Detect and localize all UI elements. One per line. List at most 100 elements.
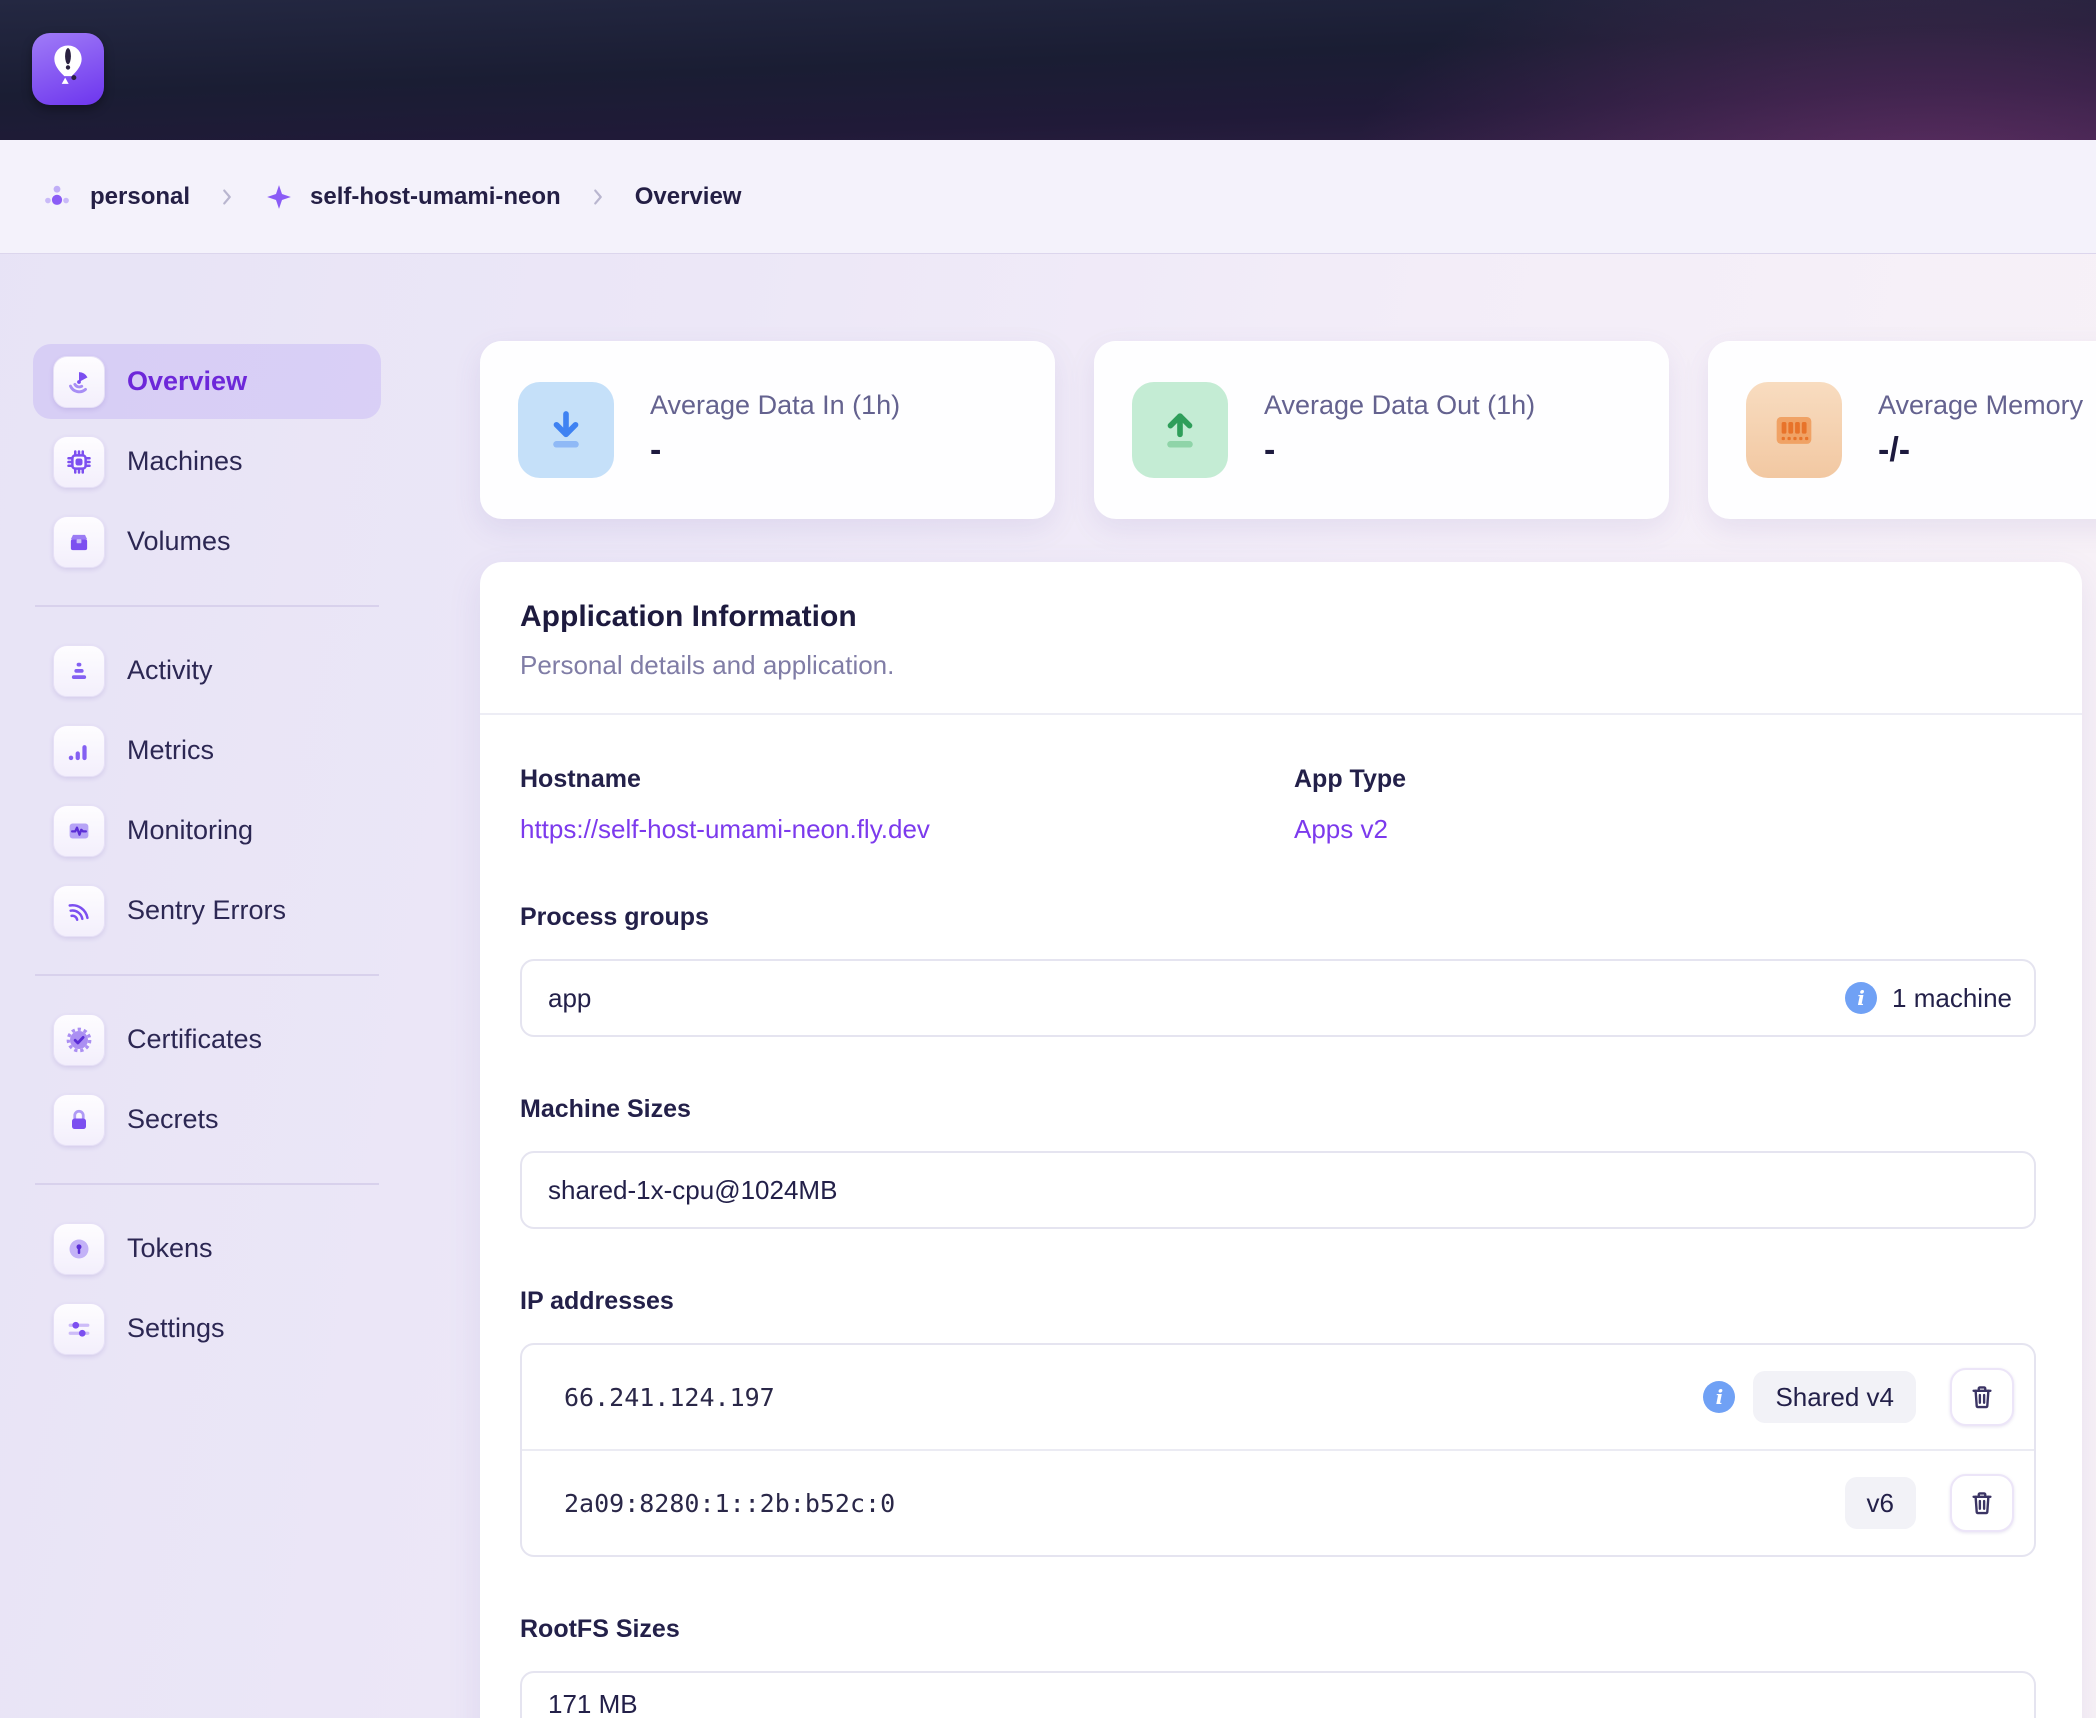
breadcrumb-org[interactable]: personal [40,180,190,214]
app-type-block: App Type Apps v2 [1294,765,1406,845]
ip-type-badge: v6 [1845,1477,1916,1529]
sidebar-divider [35,974,379,976]
token-keyhole-icon [53,1223,105,1275]
ip-address-v4: 66.241.124.197 [564,1383,775,1412]
sidebar-item-settings[interactable]: Settings [33,1291,381,1366]
process-group-row: app i 1 machine [522,961,2034,1035]
info-icon[interactable]: i [1703,1381,1735,1413]
sidebar-divider [35,1183,379,1185]
ip-addresses-label: IP addresses [520,1287,2036,1316]
ip-controls: i Shared v4 [1703,1368,2014,1426]
sidebar-item-volumes[interactable]: Volumes [33,504,381,579]
process-group-name: app [548,983,591,1014]
sidebar-label-activity: Activity [127,655,213,686]
ip-type-badge: Shared v4 [1753,1371,1916,1423]
rootfs-size-value: 171 MB [548,1689,638,1718]
sidebar-label-monitoring: Monitoring [127,815,253,846]
card-title: Application Information [520,600,2036,634]
sidebar-item-monitoring[interactable]: Monitoring [33,793,381,868]
breadcrumb: personal self-host-umami-neon Overview [0,140,2096,254]
sidebar-item-activity[interactable]: Activity [33,633,381,708]
stat-card-data-in: Average Data In (1h) - [480,341,1055,519]
breadcrumb-org-label: personal [90,183,190,211]
sidebar-label-certificates: Certificates [127,1024,262,1055]
hostname-link[interactable]: https://self-host-umami-neon.fly.dev [520,814,1294,845]
sidebar-item-certificates[interactable]: Certificates [33,1002,381,1077]
stat-label: Average Memory [1878,390,2083,421]
hostname-apptype-row: Hostname https://self-host-umami-neon.fl… [520,765,2036,845]
ip-address-v6: 2a09:8280:1::2b:b52c:0 [564,1489,895,1518]
stats-row: Average Data In (1h) - Average Data Out … [480,341,2096,519]
stat-card-memory: Average Memory -/- [1708,341,2096,519]
sidebar-item-overview[interactable]: Overview [33,344,381,419]
sidebar-label-machines: Machines [127,446,243,477]
sidebar-label-secrets: Secrets [127,1104,219,1135]
sidebar-label-tokens: Tokens [127,1233,213,1264]
upload-icon [1132,382,1228,478]
trash-icon [1967,1382,1997,1412]
card-subtitle: Personal details and application. [520,650,2036,681]
ip-row-v4: 66.241.124.197 i Shared v4 [522,1345,2034,1449]
breadcrumb-app[interactable]: self-host-umami-neon [264,182,561,212]
sidebar-divider [35,605,379,607]
sidebar-label-settings: Settings [127,1313,225,1344]
certificate-badge-icon [53,1014,105,1066]
sidebar: Overview Machines Volumes [33,344,381,1371]
fly-balloon-icon [42,41,94,98]
sidebar-label-volumes: Volumes [127,526,231,557]
stat-texts: Average Data In (1h) - [650,390,900,470]
main-content: Average Data In (1h) - Average Data Out … [480,341,2096,1718]
stat-label: Average Data Out (1h) [1264,390,1535,421]
sidebar-label-metrics: Metrics [127,735,214,766]
info-icon[interactable]: i [1845,982,1877,1014]
sidebar-item-machines[interactable]: Machines [33,424,381,499]
hostname-label: Hostname [520,765,1294,794]
stat-value: - [650,431,900,470]
sidebar-label-overview: Overview [127,366,247,397]
sidebar-label-sentry-errors: Sentry Errors [127,895,286,926]
fly-logo[interactable] [32,33,104,105]
app-type-link[interactable]: Apps v2 [1294,814,1406,845]
rootfs-sizes-label: RootFS Sizes [520,1615,2036,1644]
machines-chip[interactable]: i 1 machine [1845,982,2012,1014]
top-navbar [0,0,2096,140]
download-icon [518,382,614,478]
overview-icon [53,356,105,408]
stat-card-data-out: Average Data Out (1h) - [1094,341,1669,519]
stat-texts: Average Data Out (1h) - [1264,390,1535,470]
ip-row-v6: 2a09:8280:1::2b:b52c:0 v6 [522,1449,2034,1555]
machine-size-row: shared-1x-cpu@1024MB [522,1153,2034,1227]
machine-count-label: 1 machine [1892,983,2012,1014]
sidebar-item-metrics[interactable]: Metrics [33,713,381,788]
activity-stack-icon [53,645,105,697]
bar-chart-icon [53,725,105,777]
app-type-label: App Type [1294,765,1406,794]
cpu-chip-icon [53,436,105,488]
sidebar-item-sentry-errors[interactable]: Sentry Errors [33,873,381,948]
ip-controls: v6 [1845,1474,2014,1532]
breadcrumb-page[interactable]: Overview [635,183,742,211]
hostname-block: Hostname https://self-host-umami-neon.fl… [520,765,1294,845]
sentry-logo-icon [53,885,105,937]
stat-label: Average Data In (1h) [650,390,900,421]
sliders-icon [53,1303,105,1355]
machine-sizes-label: Machine Sizes [520,1095,2036,1124]
sparkle-icon [264,182,294,212]
delete-ip-button[interactable] [1950,1368,2014,1426]
breadcrumb-app-label: self-host-umami-neon [310,183,561,211]
sidebar-item-tokens[interactable]: Tokens [33,1211,381,1286]
process-groups-box: app i 1 machine [520,959,2036,1037]
stat-texts: Average Memory -/- [1878,390,2083,470]
trash-icon [1967,1488,1997,1518]
package-icon [53,516,105,568]
ip-addresses-box: 66.241.124.197 i Shared v4 [520,1343,2036,1557]
lock-icon [53,1094,105,1146]
machine-sizes-box: shared-1x-cpu@1024MB [520,1151,2036,1229]
chevron-right-icon [587,186,609,208]
chevron-right-icon [216,186,238,208]
machine-size-value: shared-1x-cpu@1024MB [548,1175,837,1206]
delete-ip-button[interactable] [1950,1474,2014,1532]
stat-value: -/- [1878,431,2083,470]
fly-dashboard: personal self-host-umami-neon Overview [0,0,2096,1718]
sidebar-item-secrets[interactable]: Secrets [33,1082,381,1157]
